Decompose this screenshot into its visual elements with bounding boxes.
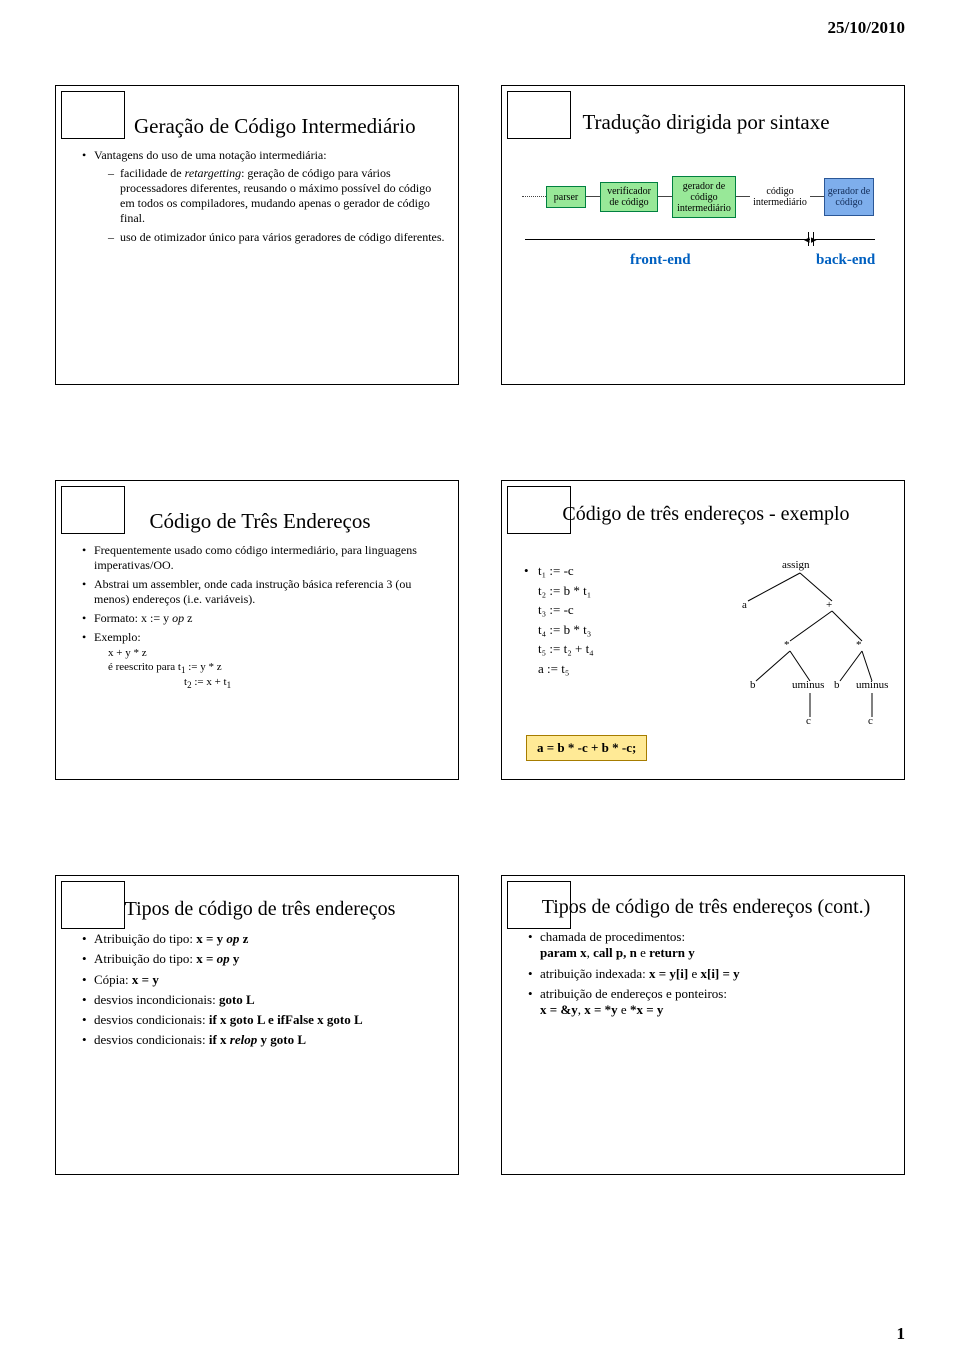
slide3-title: Código de Três Endereços bbox=[74, 509, 446, 533]
source-expression-box: a = b * -c + b * -c; bbox=[526, 735, 647, 761]
slide6-b1: chamada de procedimentos: param x, call … bbox=[528, 929, 892, 962]
slide6-b2: atribuição indexada: x = y[i] e x[i] = y bbox=[528, 966, 892, 982]
slide2-title: Tradução dirigida por sintaxe bbox=[520, 110, 892, 134]
ast-tree: assign a + * * b uminus b uminus c c bbox=[710, 559, 890, 759]
slide3-b2: Abstrai um assembler, onde cada instruçã… bbox=[82, 577, 446, 607]
slide6-title: Tipos de código de três endereços (cont.… bbox=[520, 896, 892, 919]
slide-frame-icon bbox=[61, 91, 125, 139]
slide3-ex2: é reescrito para t1 := y * z bbox=[108, 661, 446, 676]
slide-3: Código de Três Endereços Frequentemente … bbox=[55, 480, 459, 780]
slide-1: Geração de Código Intermediário Vantagen… bbox=[55, 85, 459, 385]
box-gen-code: gerador de código bbox=[824, 178, 874, 216]
slide-frame-icon bbox=[507, 91, 571, 139]
slide-frame-icon bbox=[507, 881, 571, 929]
slide-6: Tipos de código de três endereços (cont.… bbox=[501, 875, 905, 1175]
box-parser: parser bbox=[546, 186, 586, 208]
tac-list: • t₁ := -c t₂ := b * t₁ t₃ := -c t₄ := b… bbox=[528, 561, 594, 678]
slide-frame-icon bbox=[507, 486, 571, 534]
slide5-b1: Atribuição do tipo: x = y op z bbox=[82, 931, 446, 947]
slide1-title: Geração de Código Intermediário bbox=[74, 114, 446, 138]
slide4-title: Código de três endereços - exemplo bbox=[520, 503, 892, 526]
slide1-dash-1: facilidade de retargetting: geração de c… bbox=[108, 166, 446, 226]
slide-grid: Geração de Código Intermediário Vantagen… bbox=[55, 85, 905, 1175]
slide3-ex1: x + y * z bbox=[108, 647, 446, 661]
slide1-bullet-1: Vantagens do uso de uma notação intermed… bbox=[82, 148, 446, 245]
date-header: 25/10/2010 bbox=[828, 18, 905, 38]
box-verifier: verificador de código bbox=[600, 182, 658, 212]
slide5-b4: desvios incondicionais: goto L bbox=[82, 992, 446, 1008]
slide5-b3: Cópia: x = y bbox=[82, 972, 446, 988]
box-gen-int: gerador de código intermediário bbox=[672, 176, 736, 218]
slide5-b5: desvios condicionais: if x goto L e ifFa… bbox=[82, 1012, 446, 1028]
slide3-b3: Formato: x := y op z bbox=[82, 611, 446, 626]
slide6-b3: atribuição de endereços e ponteiros: x =… bbox=[528, 986, 892, 1019]
label-front-end: front-end bbox=[630, 252, 691, 269]
slide1-dash-2: uso de otimizador único para vários gera… bbox=[108, 230, 446, 245]
page: 25/10/2010 1 Geração de Código Intermedi… bbox=[0, 0, 960, 1366]
slide-5: Tipos de código de três endereços Atribu… bbox=[55, 875, 459, 1175]
slide-frame-icon bbox=[61, 881, 125, 929]
slide-frame-icon bbox=[61, 486, 125, 534]
pipeline-diagram: parser verificador de código gerador de … bbox=[520, 164, 892, 264]
slide3-ex3: t2 := x + t1 bbox=[108, 676, 446, 691]
slide5-title: Tipos de código de três endereços bbox=[74, 898, 446, 921]
slide5-b2: Atribuição do tipo: x = op y bbox=[82, 951, 446, 967]
slide-4: Código de três endereços - exemplo • t₁ … bbox=[501, 480, 905, 780]
page-number: 1 bbox=[897, 1324, 906, 1344]
slide5-b6: desvios condicionais: if x relop y goto … bbox=[82, 1032, 446, 1048]
label-code-int: código intermediário bbox=[750, 184, 810, 210]
slide3-b1: Frequentemente usado como código interme… bbox=[82, 543, 446, 573]
label-back-end: back-end bbox=[816, 252, 875, 269]
slide-2: Tradução dirigida por sintaxe parser ver… bbox=[501, 85, 905, 385]
slide3-b4: Exemplo: x + y * z é reescrito para t1 :… bbox=[82, 630, 446, 692]
